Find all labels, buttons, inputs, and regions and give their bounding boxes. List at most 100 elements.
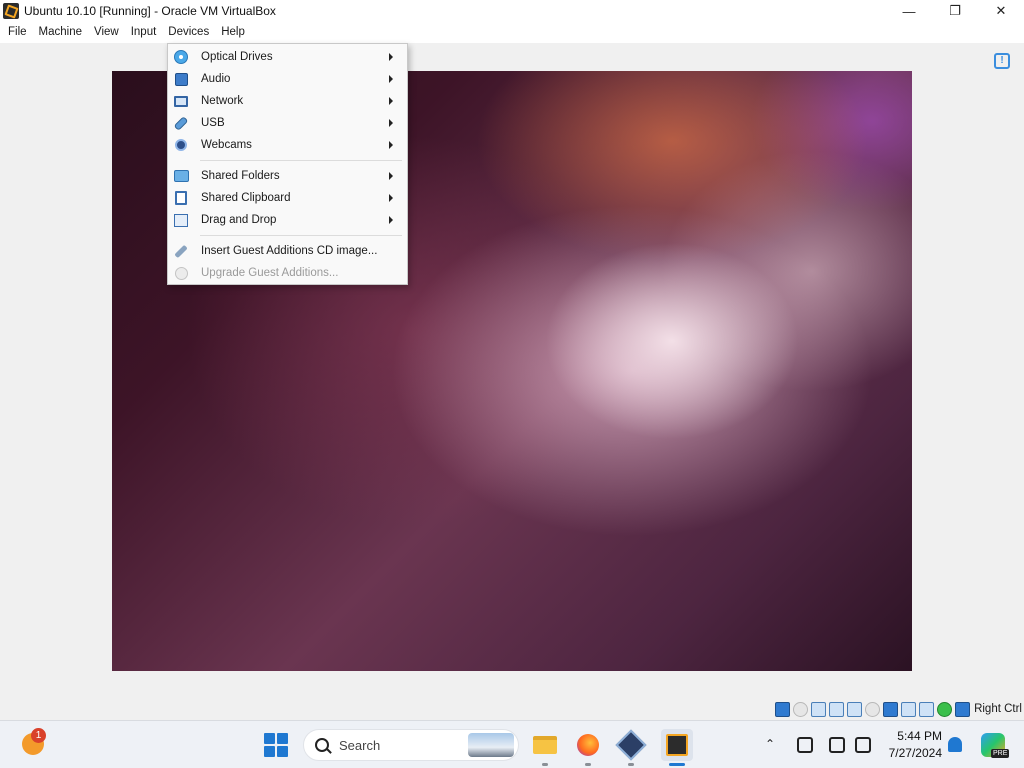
upgrade-icon <box>173 265 189 281</box>
clock-time: 5:44 PM <box>897 729 942 743</box>
audio-icon[interactable] <box>811 701 827 717</box>
menu-item-webcams[interactable]: Webcams <box>168 134 407 156</box>
submenu-arrow-icon <box>389 119 393 127</box>
network-icon[interactable] <box>829 701 845 717</box>
menu-item-insert-guest-additions[interactable]: Insert Guest Additions CD image... <box>168 240 407 262</box>
drag-drop-icon <box>173 212 189 228</box>
shared-folders-icon[interactable] <box>865 701 881 717</box>
notification-bell-icon[interactable] <box>948 737 962 752</box>
menu-help[interactable]: Help <box>215 22 251 43</box>
network-status-icon[interactable] <box>855 737 871 753</box>
vm-display-area: ! <box>0 43 1024 698</box>
network-icon <box>173 93 189 109</box>
clock-date: 7/27/2024 <box>888 746 942 760</box>
submenu-arrow-icon <box>389 216 393 224</box>
vm-status-bar: Right Ctrl <box>0 698 1024 720</box>
menu-separator <box>200 160 402 161</box>
usb-icon[interactable] <box>847 701 863 717</box>
weather-badge: 1 <box>31 728 46 743</box>
virtualbox-vm-icon <box>3 3 19 19</box>
running-indicator <box>628 763 634 766</box>
webcam-icon <box>173 137 189 153</box>
start-button[interactable] <box>264 733 288 757</box>
guest-additions-icon[interactable] <box>955 701 971 717</box>
active-indicator <box>669 763 685 766</box>
windows-logo-tile <box>264 733 275 744</box>
menu-item-label: Insert Guest Additions CD image... <box>201 245 378 257</box>
menu-item-upgrade-guest-additions: Upgrade Guest Additions... <box>168 262 407 284</box>
running-indicator <box>542 763 548 766</box>
virtualbox-icon <box>615 729 647 761</box>
hard-disk-icon[interactable] <box>775 701 791 717</box>
menu-bar: File Machine View Input Devices Help <box>0 22 1024 43</box>
menu-item-label: Shared Folders <box>201 170 280 182</box>
menu-item-label: Audio <box>201 73 231 85</box>
mouse-integration-icon[interactable] <box>937 701 953 717</box>
firefox-button[interactable] <box>572 729 604 761</box>
windows-logo-tile <box>277 733 288 744</box>
firefox-icon <box>577 734 599 756</box>
taskbar: 1 Search ⌃ 5:44 PM 7/27/2024 PRE <box>0 720 1024 768</box>
search-placeholder: Search <box>339 737 381 753</box>
title-bar: Ubuntu 10.10 [Running] - Oracle VM Virtu… <box>0 0 1024 22</box>
submenu-arrow-icon <box>389 141 393 149</box>
menu-view[interactable]: View <box>88 22 125 43</box>
optical-drive-icon[interactable] <box>793 701 809 717</box>
menu-devices[interactable]: Devices <box>162 22 216 43</box>
menu-item-label: Upgrade Guest Additions... <box>201 267 339 279</box>
menu-machine[interactable]: Machine <box>33 22 88 43</box>
search-highlight-image <box>468 733 514 757</box>
window-title: Ubuntu 10.10 [Running] - Oracle VM Virtu… <box>24 4 276 18</box>
notification-center-icon[interactable]: ! <box>994 53 1010 69</box>
menu-item-shared-clipboard[interactable]: Shared Clipboard <box>168 187 407 209</box>
menu-item-label: USB <box>201 117 225 129</box>
running-indicator <box>585 763 591 766</box>
cpu-icon[interactable] <box>919 701 935 717</box>
submenu-arrow-icon <box>389 172 393 180</box>
chevron-up-icon[interactable]: ⌃ <box>765 737 775 751</box>
display-icon[interactable] <box>829 737 845 753</box>
menu-item-drag-and-drop[interactable]: Drag and Drop <box>168 209 407 231</box>
recording-icon[interactable] <box>901 701 917 717</box>
search-icon <box>315 738 329 752</box>
submenu-arrow-icon <box>389 75 393 83</box>
menu-item-usb[interactable]: USB <box>168 112 407 134</box>
close-button[interactable]: ✕ <box>978 0 1024 22</box>
maximize-button[interactable]: ❐ <box>932 0 978 22</box>
menu-item-label: Network <box>201 95 244 107</box>
copilot-preview-tag: PRE <box>991 749 1010 758</box>
submenu-arrow-icon <box>389 97 393 105</box>
display-icon[interactable] <box>883 701 899 717</box>
menu-input[interactable]: Input <box>125 22 163 43</box>
insert-cd-icon <box>173 243 189 259</box>
devices-menu: Optical Drives Audio Network USB Webcams… <box>167 43 408 285</box>
menu-item-optical-drives[interactable]: Optical Drives <box>168 46 407 68</box>
menu-item-network[interactable]: Network <box>168 90 407 112</box>
menu-item-label: Shared Clipboard <box>201 192 291 204</box>
menu-item-label: Optical Drives <box>201 51 273 63</box>
shared-folder-icon <box>173 168 189 184</box>
audio-icon <box>173 71 189 87</box>
menu-file[interactable]: File <box>2 22 33 43</box>
host-key-label: Right Ctrl <box>974 703 1022 715</box>
taskbar-search-box[interactable]: Search <box>303 729 519 761</box>
onedrive-offline-icon[interactable] <box>797 737 813 753</box>
menu-separator <box>200 235 402 236</box>
menu-item-shared-folders[interactable]: Shared Folders <box>168 165 407 187</box>
file-explorer-icon <box>533 736 557 754</box>
menu-item-audio[interactable]: Audio <box>168 68 407 90</box>
clipboard-icon <box>173 190 189 206</box>
virtualbox-vm-icon <box>666 734 688 756</box>
menu-item-label: Webcams <box>201 139 252 151</box>
windows-logo-tile <box>277 746 288 757</box>
windows-logo-tile <box>264 746 275 757</box>
submenu-arrow-icon <box>389 194 393 202</box>
minimize-button[interactable]: — <box>886 0 932 22</box>
menu-item-label: Drag and Drop <box>201 214 277 226</box>
file-explorer-button[interactable] <box>529 729 561 761</box>
system-clock[interactable]: 5:44 PM 7/27/2024 <box>880 728 942 762</box>
ubuntu-vm-button[interactable] <box>661 729 693 761</box>
submenu-arrow-icon <box>389 53 393 61</box>
virtualbox-button[interactable] <box>615 729 647 761</box>
optical-disc-icon <box>173 49 189 65</box>
